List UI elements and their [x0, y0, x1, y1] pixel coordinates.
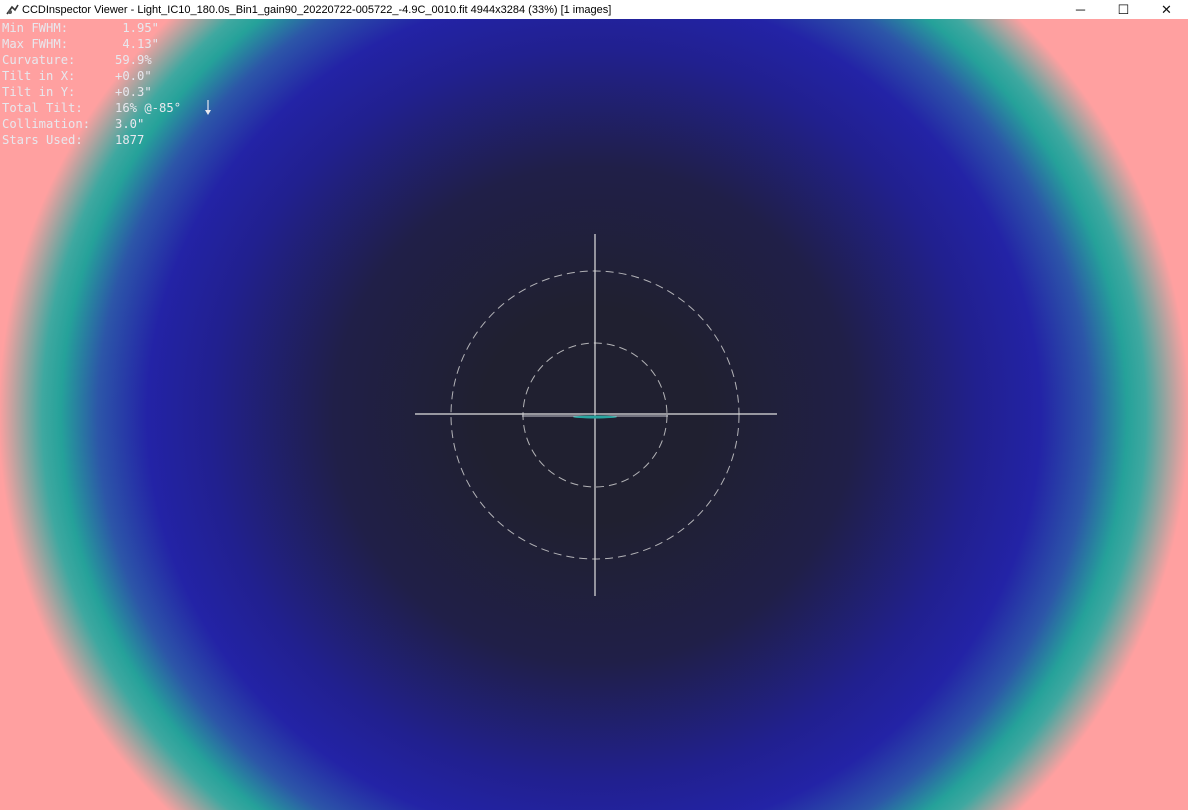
- stat-label: Curvature:: [2, 53, 76, 67]
- stat-label: Tilt in X:: [2, 69, 76, 83]
- stat-label: Collimation:: [2, 117, 91, 131]
- curvature-map[interactable]: Min FWHM: 1.95" Max FWHM: 4.13" Curvatur…: [0, 19, 1188, 810]
- stat-value: 59.9%: [115, 53, 152, 67]
- ccdinspector-app-icon[interactable]: [4, 0, 22, 19]
- stat-value: 1.95": [115, 21, 160, 35]
- stat-label: Tilt in Y:: [2, 85, 76, 99]
- stat-collimation: Collimation: 3.0": [2, 116, 181, 132]
- stat-tilt-x: Tilt in X: +0.0": [2, 68, 181, 84]
- stats-panel: Min FWHM: 1.95" Max FWHM: 4.13" Curvatur…: [2, 20, 181, 148]
- stat-value: 4.13": [115, 37, 160, 51]
- stat-value: +0.0": [115, 69, 152, 83]
- stat-stars-used: Stars Used: 1877: [2, 132, 181, 148]
- close-button[interactable]: ✕: [1145, 0, 1188, 19]
- maximize-button[interactable]: ☐: [1102, 0, 1145, 19]
- stat-total-tilt: Total Tilt: 16% @-85°: [2, 100, 181, 116]
- stat-min-fwhm: Min FWHM: 1.95": [2, 20, 181, 36]
- stat-label: Stars Used:: [2, 133, 83, 147]
- stat-value: 1877: [115, 133, 145, 147]
- stat-value: 3.0": [115, 117, 145, 131]
- stat-tilt-y: Tilt in Y: +0.3": [2, 84, 181, 100]
- stat-value: 16% @-85°: [115, 101, 182, 115]
- stat-value: +0.3": [115, 85, 152, 99]
- down-arrow-icon: [205, 100, 211, 115]
- stat-label: Max FWHM:: [2, 37, 69, 51]
- tilt-center-mark: [573, 415, 617, 419]
- stat-curvature: Curvature: 59.9%: [2, 52, 181, 68]
- stat-label: Total Tilt:: [2, 101, 83, 115]
- stat-label: Min FWHM:: [2, 21, 69, 35]
- minimize-button[interactable]: ─: [1059, 0, 1102, 19]
- title-bar: CCDInspector Viewer - Light_IC10_180.0s_…: [0, 0, 1188, 19]
- window-controls: ─ ☐ ✕: [1059, 0, 1188, 19]
- window-title: CCDInspector Viewer - Light_IC10_180.0s_…: [22, 3, 612, 16]
- stat-max-fwhm: Max FWHM: 4.13": [2, 36, 181, 52]
